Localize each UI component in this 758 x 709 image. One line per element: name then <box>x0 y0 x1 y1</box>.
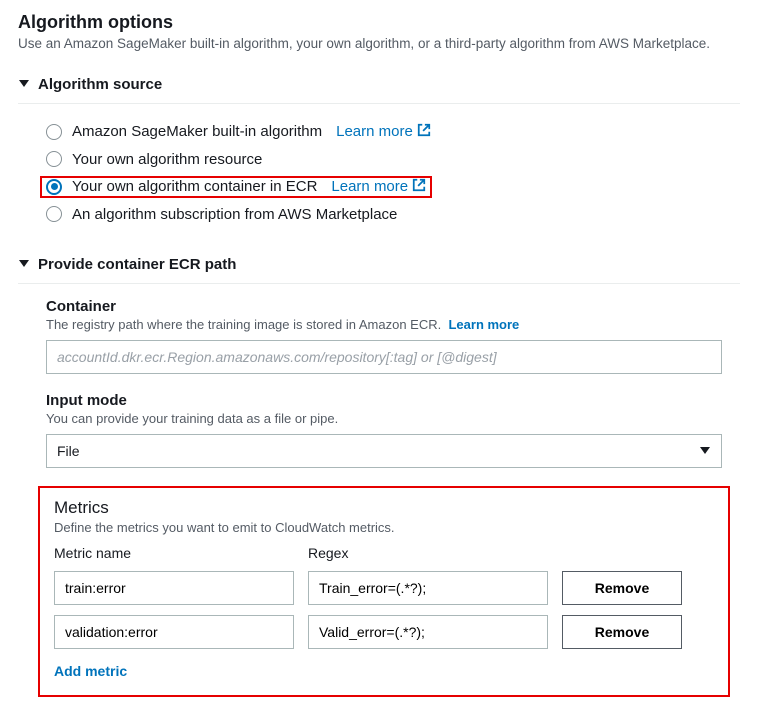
caret-down-icon <box>18 256 30 273</box>
learn-more-link[interactable]: Learn more <box>331 178 426 196</box>
col-metric-name: Metric name <box>54 545 294 561</box>
remove-button[interactable]: Remove <box>562 571 682 605</box>
external-link-icon <box>412 178 426 196</box>
learn-more-link[interactable]: Learn more <box>448 317 519 332</box>
container-path-input[interactable] <box>46 340 722 374</box>
remove-button[interactable]: Remove <box>562 615 682 649</box>
container-label: Container <box>46 298 740 315</box>
input-mode-field: Input mode You can provide your training… <box>46 392 740 468</box>
input-mode-desc: You can provide your training data as a … <box>46 411 740 426</box>
container-desc: The registry path where the training ima… <box>46 317 740 332</box>
radio-own-container-ecr[interactable]: Your own algorithm container in ECR Lear… <box>46 173 740 201</box>
caret-down-icon <box>18 76 30 93</box>
container-field: Container The registry path where the tr… <box>46 298 740 374</box>
learn-more-link[interactable]: Learn more <box>336 123 431 141</box>
radio-label: Your own algorithm container in ECR <box>72 178 317 195</box>
radio-icon <box>46 206 62 222</box>
metrics-title: Metrics <box>54 498 714 518</box>
radio-icon <box>46 151 62 167</box>
col-regex: Regex <box>308 545 548 561</box>
radio-label: Your own algorithm resource <box>72 151 262 168</box>
ecr-path-header[interactable]: Provide container ECR path <box>18 246 740 283</box>
radio-own-resource[interactable]: Your own algorithm resource <box>46 146 740 173</box>
container-desc-text: The registry path where the training ima… <box>46 317 441 332</box>
caret-down-icon <box>699 443 711 459</box>
metric-name-input[interactable] <box>54 571 294 605</box>
external-link-icon <box>417 123 431 141</box>
algorithm-source-title: Algorithm source <box>38 76 162 93</box>
input-mode-value: File <box>57 443 80 459</box>
radio-icon-selected <box>46 179 62 195</box>
divider <box>18 103 740 104</box>
algorithm-source-header[interactable]: Algorithm source <box>18 66 740 103</box>
metrics-grid: Metric name Regex Remove Remove <box>54 545 714 649</box>
radio-label: An algorithm subscription from AWS Marke… <box>72 206 397 223</box>
input-mode-label: Input mode <box>46 392 740 409</box>
radio-icon <box>46 124 62 140</box>
divider <box>18 283 740 284</box>
highlight-box: Your own algorithm container in ECR Lear… <box>40 176 432 198</box>
page-subtitle: Use an Amazon SageMaker built-in algorit… <box>18 35 740 54</box>
radio-marketplace[interactable]: An algorithm subscription from AWS Marke… <box>46 201 740 228</box>
metric-regex-input[interactable] <box>308 571 548 605</box>
learn-more-text: Learn more <box>331 178 408 195</box>
add-metric-button[interactable]: Add metric <box>54 663 127 679</box>
metric-name-input[interactable] <box>54 615 294 649</box>
algorithm-source-radios: Amazon SageMaker built-in algorithm Lear… <box>46 118 740 228</box>
radio-label: Amazon SageMaker built-in algorithm <box>72 123 322 140</box>
metrics-section: Metrics Define the metrics you want to e… <box>38 486 730 697</box>
metrics-desc: Define the metrics you want to emit to C… <box>54 520 714 535</box>
radio-builtin[interactable]: Amazon SageMaker built-in algorithm Lear… <box>46 118 740 146</box>
ecr-path-title: Provide container ECR path <box>38 256 236 273</box>
input-mode-select[interactable]: File <box>46 434 722 468</box>
metric-regex-input[interactable] <box>308 615 548 649</box>
learn-more-text: Learn more <box>336 123 413 140</box>
page-title: Algorithm options <box>18 12 740 33</box>
